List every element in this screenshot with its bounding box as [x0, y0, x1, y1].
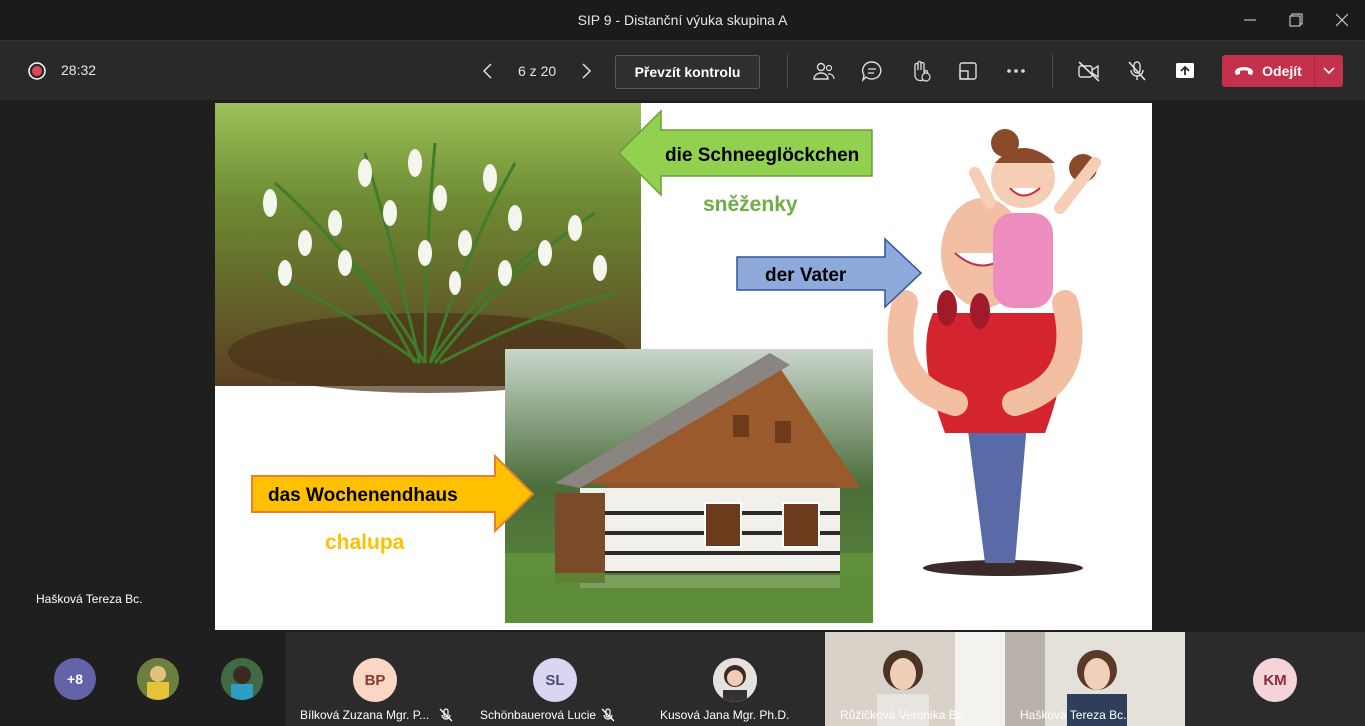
snowdrop-arrow: die Schneeglöckchen [617, 109, 873, 197]
shared-slide: die Schneeglöckchen sněženky der Vater d… [215, 103, 1152, 630]
leave-main[interactable]: Odejít [1222, 55, 1314, 87]
maximize-button[interactable] [1273, 0, 1319, 40]
father-cartoon [887, 129, 1101, 576]
participant-initials: BP [353, 658, 397, 702]
minimize-button[interactable] [1227, 0, 1273, 40]
microphone-off-icon [1128, 61, 1146, 81]
avatar-photo [221, 658, 263, 700]
close-window-button[interactable] [1319, 0, 1365, 40]
participant-name: Růžičková Veronika Bc. [840, 708, 967, 722]
participant-avatar[interactable] [137, 658, 179, 700]
more-icon [1007, 69, 1025, 73]
camera-toggle-button[interactable] [1077, 59, 1101, 83]
more-actions-button[interactable] [1004, 59, 1028, 83]
participant-tile[interactable]: BP Bílková Zuzana Mgr. P... [285, 632, 465, 726]
participant-name: Schönbauerová Lucie [480, 708, 597, 722]
share-screen-icon [1176, 63, 1194, 78]
muted-mic-icon [601, 708, 615, 722]
participant-avatar [713, 658, 757, 702]
chat-icon [861, 61, 882, 82]
snowdrop-german-label: die Schneeglöckchen [665, 145, 859, 166]
people-icon [813, 62, 835, 80]
shared-content-stage: Hašková Tereza Bc. die Schneeglöckchen s… [0, 100, 1365, 632]
participant-video-tile[interactable]: Hašková Tereza Bc. [1005, 632, 1185, 726]
toolbar-divider [787, 54, 788, 88]
chat-button[interactable] [860, 59, 884, 83]
participant-name: Hašková Tereza Bc. [1020, 708, 1127, 722]
breakout-rooms-icon [959, 62, 977, 80]
recording-icon [28, 62, 46, 80]
participant-initials: SL [533, 658, 577, 702]
slide-navigation: 6 z 20 [478, 55, 596, 87]
cottage-czech-label: chalupa [325, 531, 405, 554]
close-icon [1336, 14, 1348, 26]
window-title: SIP 9 - Distanční výuka skupina A [577, 12, 788, 28]
snowdrop-czech-label: sněženky [703, 193, 798, 216]
participants-button[interactable] [812, 59, 836, 83]
participant-tile[interactable]: Kusová Jana Mgr. Ph.D. [645, 632, 825, 726]
reactions-button[interactable] [908, 59, 932, 83]
hang-up-icon [1235, 67, 1254, 75]
leave-options-button[interactable] [1315, 55, 1343, 87]
participant-video-tile[interactable]: Růžičková Veronika Bc. [825, 632, 1005, 726]
breakout-rooms-button[interactable] [956, 59, 980, 83]
leave-button[interactable]: Odejít [1222, 55, 1343, 87]
participant-avatar[interactable] [221, 658, 263, 700]
slide-canvas: die Schneeglöckchen sněženky der Vater d… [215, 103, 1101, 623]
microphone-toggle-button[interactable] [1125, 59, 1149, 83]
muted-mic-icon [439, 708, 453, 722]
take-control-button[interactable]: Převzít kontrolu [615, 55, 760, 89]
minimize-icon [1244, 19, 1256, 21]
chevron-down-icon [1323, 67, 1335, 75]
cottage-photo [505, 349, 873, 623]
meeting-toolbar: 28:32 6 z 20 Převzít kontrolu Odejít [0, 40, 1365, 101]
camera-off-icon [1078, 61, 1100, 82]
father-arrow: der Vater [736, 237, 923, 309]
previous-slide-button[interactable] [478, 61, 498, 81]
leave-label: Odejít [1262, 63, 1302, 79]
participant-tile[interactable]: SL Schönbauerová Lucie [465, 632, 645, 726]
avatar-photo [137, 658, 179, 700]
participant-name: Bílková Zuzana Mgr. P... [300, 708, 430, 722]
participant-name: Kusová Jana Mgr. Ph.D. [660, 708, 790, 722]
participant-tile[interactable]: KM [1185, 632, 1365, 726]
title-bar: SIP 9 - Distanční výuka skupina A [0, 0, 1365, 40]
presenter-name: Hašková Tereza Bc. [36, 592, 143, 606]
page-indicator: 6 z 20 [518, 63, 557, 79]
toolbar-divider [1052, 54, 1053, 88]
raise-hand-icon [914, 60, 931, 82]
cottage-arrow: das Wochenendhaus [251, 453, 535, 534]
father-german-label: der Vater [765, 265, 847, 286]
cottage-german-label: das Wochenendhaus [268, 485, 458, 506]
share-content-button[interactable] [1173, 59, 1197, 83]
participant-initials: KM [1253, 658, 1297, 702]
next-slide-button[interactable] [576, 61, 596, 81]
avatar-photo [713, 658, 757, 702]
restore-icon [1289, 13, 1303, 27]
meeting-timer: 28:32 [61, 62, 97, 78]
more-participants-button[interactable]: +8 [54, 658, 96, 700]
